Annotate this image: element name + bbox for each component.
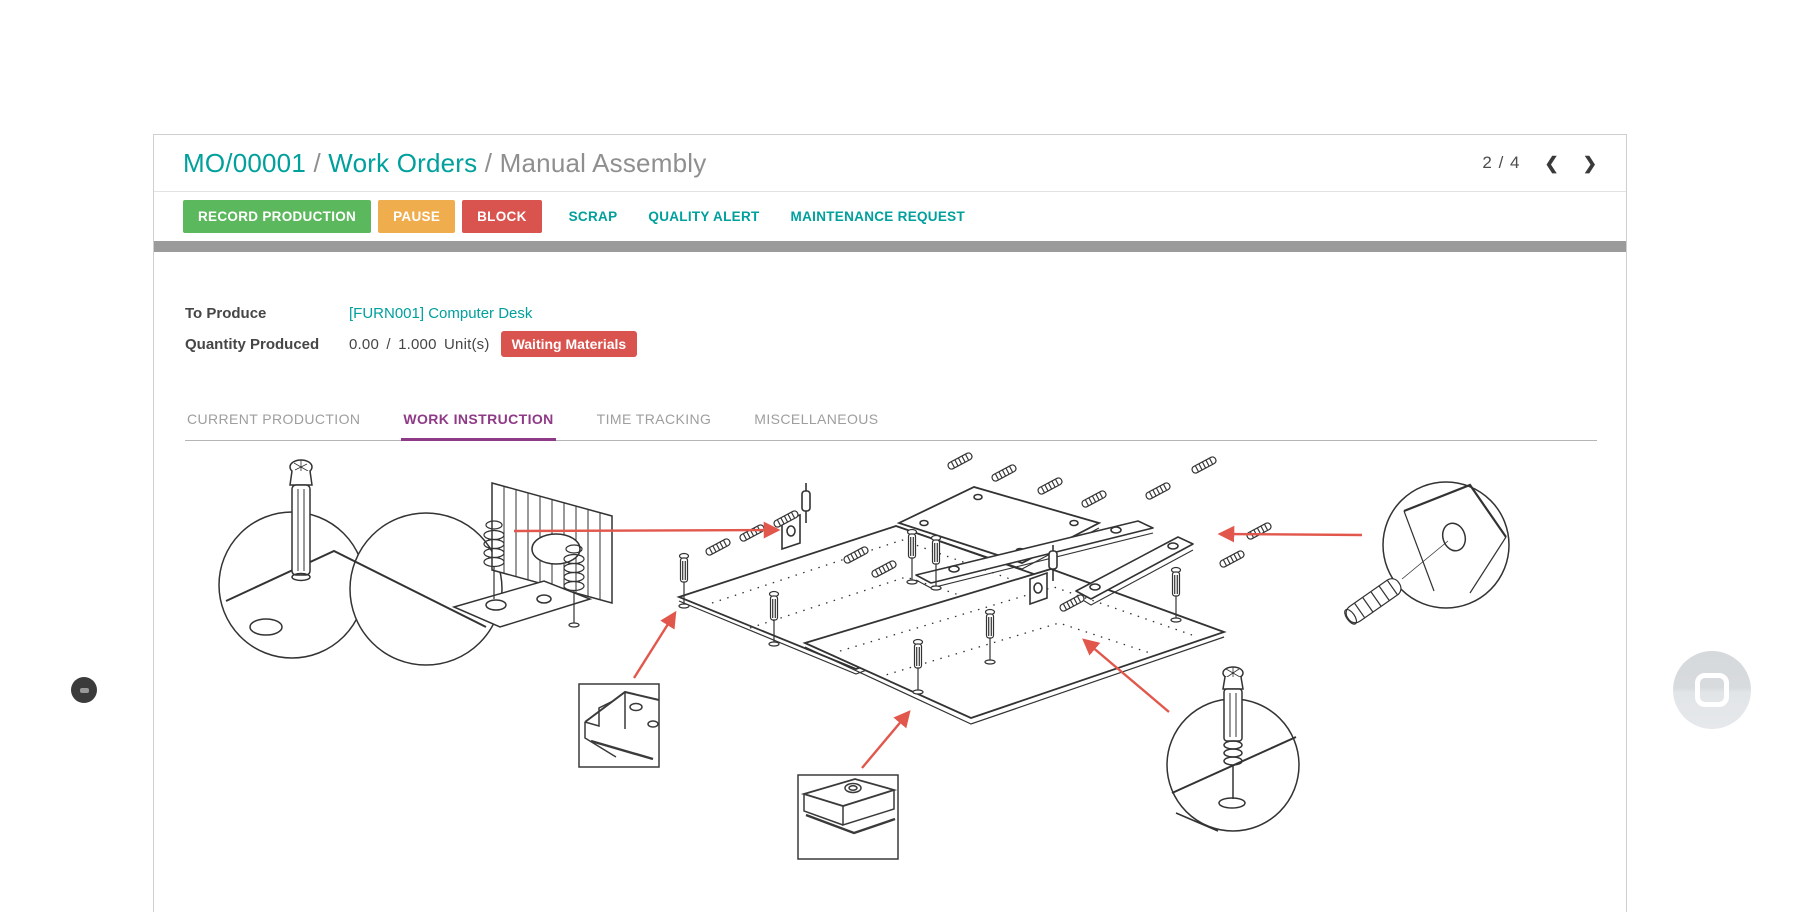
detail-inset-circle-bottom [1167,667,1299,831]
breadcrumb: MO/00001 / Work Orders / Manual Assembly [183,148,706,179]
breadcrumb-mo-link[interactable]: MO/00001 [183,148,306,178]
title-row: MO/00001 / Work Orders / Manual Assembly… [154,135,1626,192]
work-instruction-diagram [154,441,1628,899]
tablet-camera-icon [71,677,97,703]
detail-inset-circle-right [1342,482,1509,626]
detail-inset-square-1 [579,684,659,767]
status-badge: Waiting Materials [501,331,638,357]
to-produce-value-link[interactable]: [FURN001] Computer Desk [349,305,532,322]
tablet-home-button[interactable] [1673,651,1751,729]
breadcrumb-separator: / [306,148,328,178]
quantity-produced-value: 0.00 / 1.000 Unit(s) [349,336,490,353]
breadcrumb-work-orders-link[interactable]: Work Orders [328,148,477,178]
to-produce-row: To Produce [FURN001] Computer Desk [185,305,1597,322]
quality-alert-button[interactable]: QUALITY ALERT [648,209,759,224]
to-produce-label: To Produce [185,305,349,322]
scrap-button[interactable]: SCRAP [569,209,618,224]
tab-current-production[interactable]: CURRENT PRODUCTION [185,401,362,441]
fields-block: To Produce [FURN001] Computer Desk Quant… [185,305,1597,357]
detail-inset-square-2 [798,775,898,859]
toolbar: RECORD PRODUCTION PAUSE BLOCK SCRAP QUAL… [154,192,1626,241]
pause-button[interactable]: PAUSE [378,200,455,233]
pager-count: 2 / 4 [1482,153,1520,173]
pager-prev-icon[interactable]: ❮ [1545,155,1559,172]
record-production-button[interactable]: RECORD PRODUCTION [183,200,371,233]
progress-strip [154,241,1626,252]
home-button-icon [1695,673,1729,707]
work-order-card: MO/00001 / Work Orders / Manual Assembly… [153,134,1627,912]
breadcrumb-operation: Manual Assembly [500,148,707,178]
tab-bar: CURRENT PRODUCTION WORK INSTRUCTION TIME… [185,401,1597,441]
pager-next-icon[interactable]: ❯ [1583,155,1597,172]
tab-miscellaneous[interactable]: MISCELLANEOUS [752,401,880,441]
tab-work-instruction[interactable]: WORK INSTRUCTION [401,401,555,441]
block-button[interactable]: BLOCK [462,200,542,233]
exploded-assembly [679,452,1272,724]
breadcrumb-separator: / [477,148,499,178]
detail-inset-blob [219,460,612,665]
camera-lens-icon [80,688,89,693]
quantity-produced-label: Quantity Produced [185,336,349,353]
pager: 2 / 4 ❮ ❯ [1482,153,1597,173]
quantity-produced-row: Quantity Produced 0.00 / 1.000 Unit(s) W… [185,331,1597,357]
maintenance-request-button[interactable]: MAINTENANCE REQUEST [791,209,965,224]
tab-time-tracking[interactable]: TIME TRACKING [595,401,714,441]
